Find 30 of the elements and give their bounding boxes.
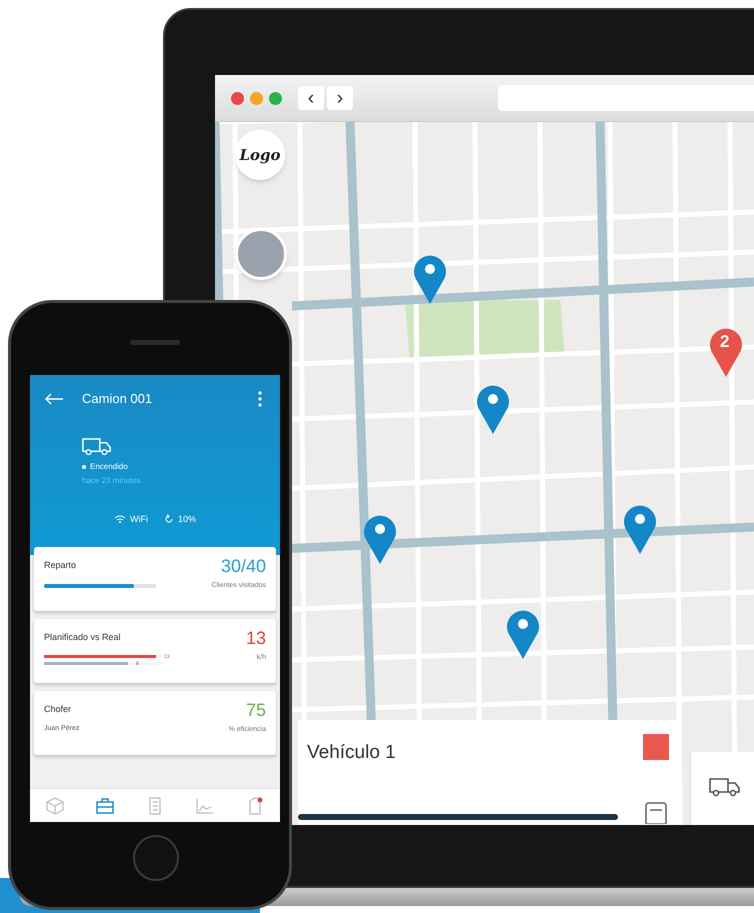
back-button[interactable]: ‹ xyxy=(298,86,324,110)
last-update: hace 23 minutos xyxy=(82,474,142,486)
back-arrow-icon[interactable] xyxy=(44,392,64,405)
map-pin-icon[interactable] xyxy=(476,383,510,435)
card-value: 30/40 xyxy=(220,556,266,576)
box-icon[interactable] xyxy=(643,802,669,824)
connection-label: WiFi xyxy=(130,512,148,526)
wifi-icon xyxy=(114,514,126,524)
card-value: 13 xyxy=(246,628,266,648)
truck-icon[interactable] xyxy=(709,777,741,797)
map-pin-icon[interactable] xyxy=(623,503,657,555)
vehicle-title: Vehículo 1 xyxy=(307,741,396,765)
sync-icon xyxy=(164,514,174,524)
phone-speaker xyxy=(130,340,180,345)
more-options-icon[interactable] xyxy=(258,390,262,407)
card-title: Reparto xyxy=(44,559,76,572)
truck-icon xyxy=(82,436,112,456)
card-title: Chofer xyxy=(44,703,72,716)
marker-number: 2 xyxy=(720,332,730,352)
map-pin-icon[interactable] xyxy=(413,253,447,305)
numbered-marker-icon[interactable] xyxy=(709,326,743,378)
vehicle-name: Camion 001 xyxy=(82,390,152,408)
card-title: Planificado vs Real xyxy=(44,631,121,644)
map-pin-icon[interactable] xyxy=(506,608,540,660)
forward-button[interactable]: › xyxy=(327,86,353,110)
card-value: 75 xyxy=(246,700,266,720)
status-square xyxy=(643,734,669,760)
battery-label: 10% xyxy=(178,512,196,526)
map-pin-icon[interactable] xyxy=(363,513,397,565)
engine-status: Encendido xyxy=(90,460,128,472)
